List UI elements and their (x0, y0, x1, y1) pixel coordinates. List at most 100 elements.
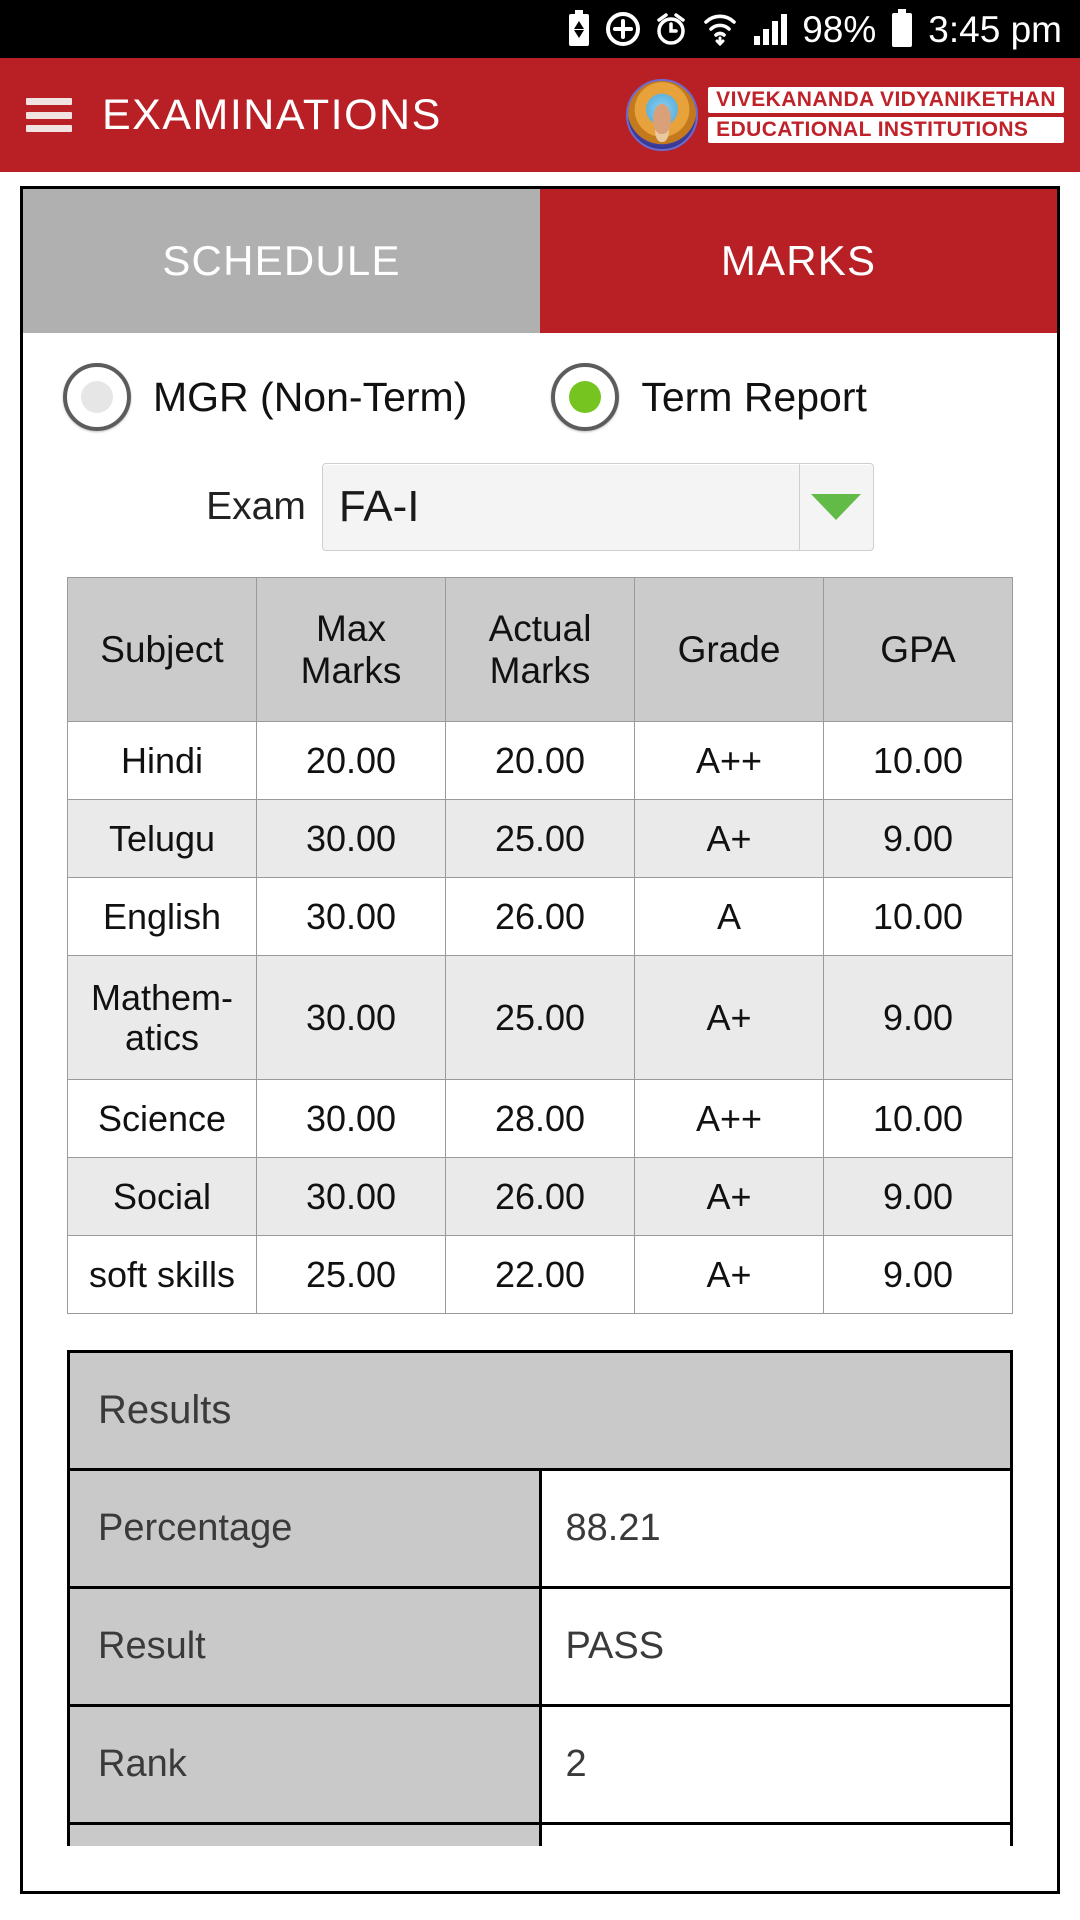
cell-subject: soft skills (67, 1235, 257, 1314)
hamburger-menu-icon[interactable] (26, 98, 72, 132)
marks-table-wrap: Subject Max Marks Actual Marks Grade GPA (23, 577, 1057, 1314)
col-header-max-line2: Marks (300, 649, 402, 691)
cell-max: 20.00 (256, 721, 446, 800)
cell-max: 30.00 (256, 955, 446, 1080)
results-clipped-key (67, 1822, 542, 1846)
cell-grade: A+ (634, 1157, 824, 1236)
cell-actual: 25.00 (445, 799, 635, 878)
marks-table: Subject Max Marks Actual Marks Grade GPA (67, 577, 1013, 1314)
cell-gpa: 10.00 (823, 1079, 1013, 1158)
results-title-row: Results (67, 1350, 1013, 1471)
tab-marks[interactable]: MARKS (540, 189, 1057, 333)
results-value-rank: 2 (538, 1704, 1013, 1825)
cell-gpa: 10.00 (823, 877, 1013, 956)
table-row: English 30.00 26.00 A 10.00 (67, 877, 1013, 956)
results-key-rank: Rank (67, 1704, 542, 1825)
marks-table-head: Subject Max Marks Actual Marks Grade GPA (67, 577, 1013, 722)
add-circle-icon (606, 12, 641, 46)
col-header-gpa: GPA (823, 577, 1013, 722)
cell-subject: English (67, 877, 257, 956)
cell-gpa: 9.00 (823, 1157, 1013, 1236)
caret-down-icon (811, 494, 862, 520)
cell-subject: Hindi (67, 721, 257, 800)
col-header-actual-line2: Marks (489, 649, 591, 691)
table-row: Social 30.00 26.00 A+ 9.00 (67, 1157, 1013, 1236)
battery-saver-icon (566, 10, 592, 48)
wifi-icon (702, 12, 738, 46)
brand-line-1: VIVEKANANDA VIDYANIKETHAN (708, 86, 1064, 113)
radio-mgr-non-term[interactable]: MGR (Non-Term) (63, 363, 467, 431)
tab-schedule[interactable]: SCHEDULE (23, 189, 540, 333)
results-title: Results (67, 1350, 1013, 1471)
cell-max: 30.00 (256, 799, 446, 878)
cell-grade: A (634, 877, 824, 956)
page-title: EXAMINATIONS (102, 90, 442, 139)
cell-gpa: 10.00 (823, 721, 1013, 800)
cell-gpa: 9.00 (823, 955, 1013, 1080)
exam-dropdown[interactable]: FA-I (321, 463, 874, 551)
table-row: Mathem- atics 30.00 25.00 A+ 9.00 (67, 955, 1013, 1080)
col-header-subject: Subject (67, 577, 257, 722)
col-header-actual-marks: Actual Marks (445, 577, 635, 722)
battery-percent-label: 98% (802, 8, 877, 50)
signal-icon (752, 12, 788, 46)
brand-line-2: EDUCATIONAL INSTITUTIONS (708, 117, 1064, 144)
cell-max: 30.00 (256, 1157, 446, 1236)
cell-max: 30.00 (256, 877, 446, 956)
cell-grade: A++ (634, 721, 824, 800)
clock-label: 3:45 pm (928, 8, 1062, 50)
cell-actual: 20.00 (445, 721, 635, 800)
results-value-result: PASS (538, 1586, 1013, 1707)
cell-subject: Science (67, 1079, 257, 1158)
cell-actual: 26.00 (445, 877, 635, 956)
table-row: soft skills 25.00 22.00 A+ 9.00 (67, 1235, 1013, 1314)
cell-subject-line2: atics (124, 1016, 200, 1058)
exam-selected-value: FA-I (338, 482, 420, 531)
alarm-icon (654, 12, 688, 46)
radio-term-report[interactable]: Term Report (551, 363, 867, 431)
cell-max: 30.00 (256, 1079, 446, 1158)
results-key-result: Result (67, 1586, 542, 1707)
col-header-max-marks: Max Marks (256, 577, 446, 722)
radio-mgr-label: MGR (Non-Term) (153, 373, 468, 420)
battery-icon (890, 9, 914, 49)
school-seal-icon (626, 79, 699, 151)
cell-actual: 26.00 (445, 1157, 635, 1236)
cell-gpa: 9.00 (823, 1235, 1013, 1314)
cell-subject: Telugu (67, 799, 257, 878)
page-container: SCHEDULE MARKS MGR (Non-Term) Term Repor… (0, 172, 1080, 1920)
results-value-percentage: 88.21 (538, 1468, 1013, 1589)
radio-circle-icon (63, 363, 131, 431)
results-key-percentage: Percentage (67, 1468, 542, 1589)
cell-grade: A+ (634, 955, 824, 1080)
marks-table-body: Hindi 20.00 20.00 A++ 10.00 Telugu 30.00… (67, 721, 1013, 1314)
marks-header-row: Subject Max Marks Actual Marks Grade GPA (67, 577, 1013, 722)
status-bar: 98% 3:45 pm (0, 0, 1080, 58)
cell-grade: A+ (634, 799, 824, 878)
radio-circle-selected-icon (551, 363, 620, 431)
col-header-max-line1: Max (316, 608, 386, 650)
report-type-radio-group: MGR (Non-Term) Term Report (23, 333, 1057, 441)
cell-actual: 22.00 (445, 1235, 635, 1314)
results-clipped-value (538, 1822, 1013, 1846)
tab-bar: SCHEDULE MARKS (23, 189, 1057, 333)
list-item: Result PASS (67, 1586, 1013, 1707)
exam-label: Exam (206, 485, 306, 528)
cell-subject-line1: Mathem- (90, 976, 234, 1018)
results-table: Results Percentage 88.21 Result PASS Ran… (67, 1350, 1013, 1846)
col-header-grade: Grade (634, 577, 824, 722)
cell-gpa: 9.00 (823, 799, 1013, 878)
list-item: Percentage 88.21 (67, 1468, 1013, 1589)
table-row: Telugu 30.00 25.00 A+ 9.00 (67, 799, 1013, 878)
cell-actual: 25.00 (445, 955, 635, 1080)
exam-dropdown-arrow[interactable] (798, 464, 873, 550)
col-header-actual-line1: Actual (488, 608, 592, 650)
app-bar: EXAMINATIONS VIVEKANANDA VIDYANIKETHAN E… (0, 58, 1080, 172)
cell-subject: Social (67, 1157, 257, 1236)
cell-max: 25.00 (256, 1235, 446, 1314)
table-row: Science 30.00 28.00 A++ 10.00 (67, 1079, 1013, 1158)
radio-term-report-label: Term Report (641, 373, 867, 420)
content-card: SCHEDULE MARKS MGR (Non-Term) Term Repor… (20, 186, 1060, 1894)
exam-select-row: Exam FA-I (23, 441, 1057, 577)
cell-grade: A++ (634, 1079, 824, 1158)
